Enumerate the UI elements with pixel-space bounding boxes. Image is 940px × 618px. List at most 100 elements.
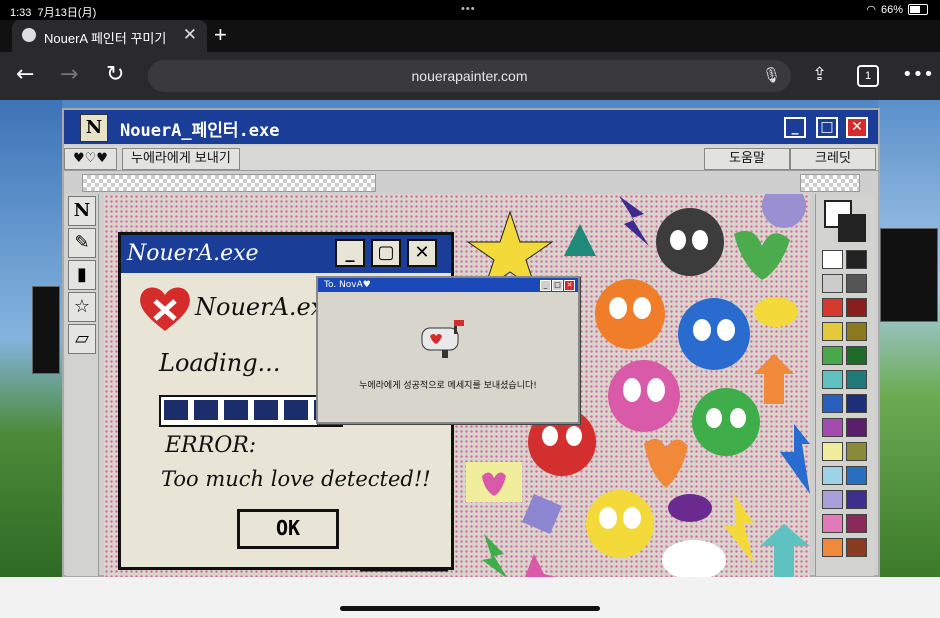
more-icon[interactable]: •••	[902, 64, 934, 85]
color-swatch[interactable]	[822, 370, 843, 389]
triangle-shape	[564, 224, 596, 256]
purple-diamond	[522, 494, 562, 534]
menu-help[interactable]: 도움말	[704, 148, 790, 170]
new-tab-button[interactable]: +	[214, 22, 227, 48]
browser-tab[interactable]: NouerA 페인터 꾸미기 ✕	[12, 20, 207, 52]
back-button[interactable]: ←	[16, 62, 34, 87]
url-bar[interactable]: nouerapainter.com 🎙	[148, 60, 791, 92]
menu-credits[interactable]: 크레딧	[790, 148, 876, 170]
color-swatch[interactable]	[846, 250, 867, 269]
purple-circle	[762, 194, 806, 228]
yellow-bolt	[724, 494, 754, 564]
menu-bar: ♥♡♥ 누에라에게 보내기 도움말 크레딧	[64, 146, 878, 171]
spray-icon[interactable]: ▮	[68, 260, 96, 290]
pink-star	[524, 554, 556, 577]
color-swatch[interactable]	[822, 442, 843, 461]
color-swatch[interactable]	[822, 346, 843, 365]
color-swatch[interactable]	[822, 418, 843, 437]
green-bolt	[482, 534, 507, 577]
mailbox-icon	[421, 320, 464, 358]
color-swatch[interactable]	[822, 298, 843, 317]
share-icon[interactable]: ⇪	[812, 64, 827, 85]
orange-arrow	[754, 354, 794, 404]
status-time: 1:33 7月13日(月)	[10, 7, 97, 19]
yellow-cloud	[754, 297, 798, 327]
dark-face	[656, 208, 724, 276]
background-mini-window-left	[32, 286, 60, 374]
text-tool[interactable]: N	[68, 196, 96, 226]
secondary-color[interactable]	[838, 214, 866, 242]
color-swatch[interactable]	[846, 394, 867, 413]
color-swatch[interactable]	[846, 298, 867, 317]
menu-hearts[interactable]: ♥♡♥	[64, 148, 117, 170]
bolt-shape	[619, 196, 649, 246]
url-text: nouerapainter.com	[411, 68, 528, 84]
color-swatch[interactable]	[822, 274, 843, 293]
error-dialog-title: NouerA.exe	[127, 241, 259, 266]
message-dialog-title: To. NovA♥	[324, 280, 371, 290]
status-right: ◠ 66%	[866, 3, 928, 16]
error-label: ERROR:	[165, 433, 257, 458]
ok-button[interactable]: OK	[237, 509, 339, 549]
color-swatch[interactable]	[822, 466, 843, 485]
close-button[interactable]: ✕	[846, 117, 868, 138]
battery-percent: 66%	[880, 3, 903, 16]
menu-send[interactable]: 누에라에게 보내기	[122, 148, 240, 170]
color-swatch[interactable]	[846, 274, 867, 293]
minimize-button[interactable]: _	[784, 117, 806, 138]
tab-title: NouerA 페인터 꾸미기	[44, 31, 167, 46]
eraser-icon[interactable]: ▱	[68, 324, 96, 354]
msg-maximize-button[interactable]: □	[552, 280, 563, 291]
progress-block	[254, 400, 278, 420]
message-dialog: To. NovA♥ _ □ ✕ 누에라에게 성공적으로 메세지를 보내셨습니다!	[316, 276, 580, 424]
white-cloud	[662, 540, 726, 577]
loading-text: Loading...	[159, 349, 281, 377]
progress-block	[194, 400, 218, 420]
wifi-icon: ◠	[866, 4, 876, 16]
error-maximize-button[interactable]: ▢	[371, 239, 401, 267]
reload-button[interactable]: ↻	[106, 62, 124, 87]
color-swatch[interactable]	[846, 370, 867, 389]
painter-titlebar: N NouerA_페인터.exe _ □ ✕	[64, 110, 878, 144]
star-tool-icon[interactable]: ☆	[68, 292, 96, 322]
color-swatch[interactable]	[822, 538, 843, 557]
multitasking-dots[interactable]: •••	[461, 3, 476, 15]
color-swatch[interactable]	[822, 490, 843, 509]
progress-block	[224, 400, 248, 420]
color-swatch[interactable]	[822, 394, 843, 413]
error-message: Too much love detected!!	[161, 467, 431, 491]
close-tab-icon[interactable]: ✕	[183, 25, 197, 45]
nav-bar: ← → ↻ nouerapainter.com 🎙 ⇪ 1 •••	[0, 52, 940, 100]
color-swatch[interactable]	[846, 514, 867, 533]
globe-icon	[22, 28, 36, 42]
tab-count-button[interactable]: 1	[857, 65, 879, 87]
color-swatch[interactable]	[846, 490, 867, 509]
color-swatch[interactable]	[846, 322, 867, 341]
msg-close-button[interactable]: ✕	[564, 280, 575, 291]
error-dialog-titlebar: NouerA.exe _ ▢ ✕	[121, 235, 451, 273]
color-swatch[interactable]	[822, 514, 843, 533]
color-swatch[interactable]	[846, 466, 867, 485]
error-close-button[interactable]: ✕	[407, 239, 437, 267]
error-minimize-button[interactable]: _	[335, 239, 365, 267]
page-content: N NouerA_페인터.exe _ □ ✕ ♥♡♥ 누에라에게 보내기 도움말…	[0, 100, 940, 577]
color-swatch[interactable]	[846, 346, 867, 365]
msg-minimize-button[interactable]: _	[540, 280, 551, 291]
maximize-button[interactable]: □	[816, 117, 838, 138]
progress-block	[164, 400, 188, 420]
blue-face	[678, 298, 750, 370]
color-swatch[interactable]	[846, 538, 867, 557]
forward-button[interactable]: →	[60, 62, 78, 87]
color-swatch[interactable]	[846, 418, 867, 437]
pink-face	[608, 360, 680, 432]
home-indicator[interactable]	[340, 606, 600, 611]
pencil-icon[interactable]: ✎	[68, 228, 96, 258]
color-swatch[interactable]	[822, 322, 843, 341]
blue-bolt	[780, 424, 810, 494]
mic-icon[interactable]: 🎙	[762, 60, 781, 92]
yellow-face	[586, 490, 654, 558]
color-swatch[interactable]	[846, 442, 867, 461]
status-bar: 1:33 7月13日(月) ••• ◠ 66%	[0, 0, 940, 20]
message-input-strip[interactable]	[82, 174, 376, 192]
color-swatch[interactable]	[822, 250, 843, 269]
